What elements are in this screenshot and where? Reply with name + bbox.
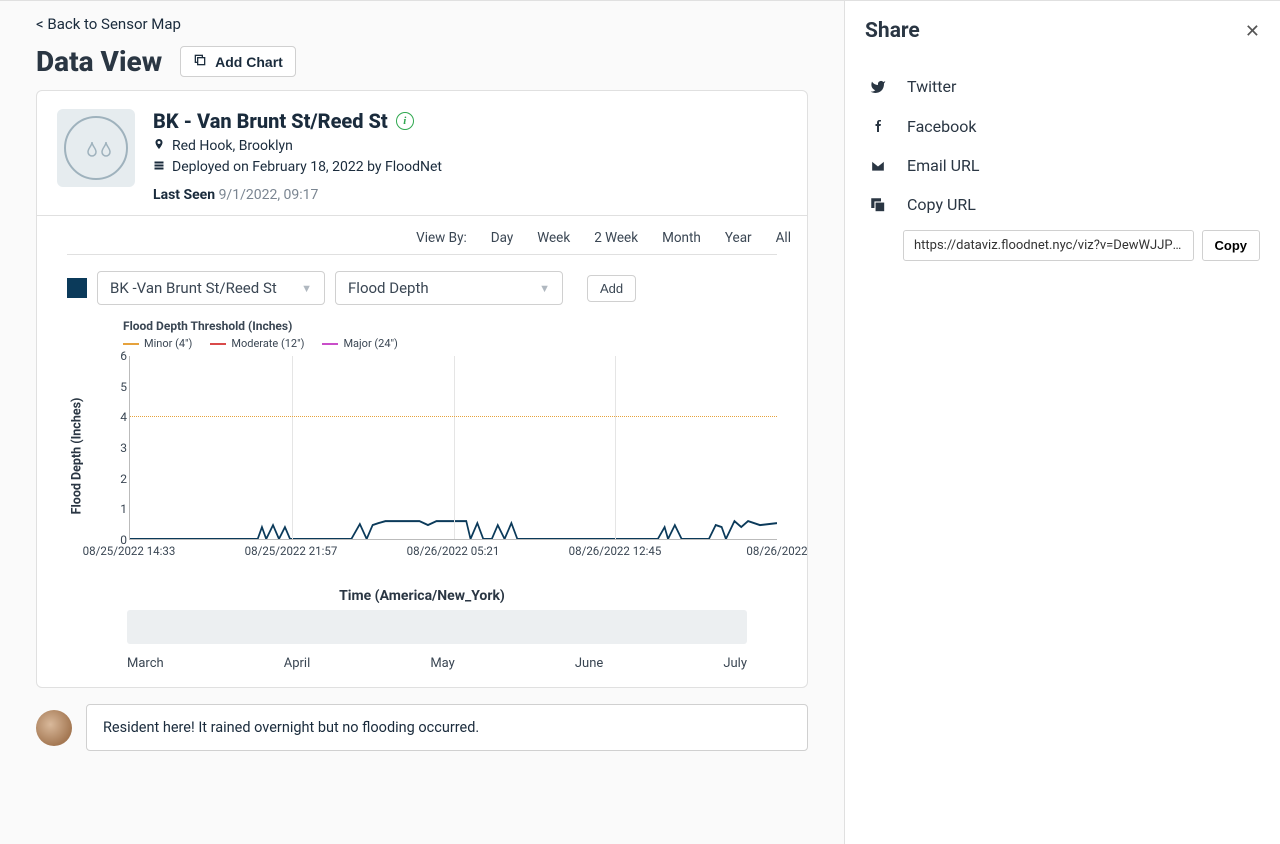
add-series-button[interactable]: Add bbox=[587, 275, 636, 302]
y-tick: 4 bbox=[120, 410, 127, 424]
x-axis-label: Time (America/New_York) bbox=[67, 588, 777, 604]
page-title: Data View bbox=[36, 45, 162, 78]
viewby-week[interactable]: Week bbox=[537, 230, 570, 246]
share-copy-url[interactable]: Copy URL bbox=[865, 185, 1260, 224]
add-chart-button[interactable]: Add Chart bbox=[180, 46, 296, 77]
sensor-title: BK - Van Brunt St/Reed St bbox=[153, 109, 388, 133]
threshold-minor-line bbox=[130, 416, 777, 417]
last-seen-value: 9/1/2022, 09:17 bbox=[219, 187, 319, 203]
legend-major: Major (24") bbox=[343, 337, 397, 350]
sensor-location: Red Hook, Brooklyn bbox=[172, 138, 293, 154]
share-panel: Share ✕ Twitter Facebook Email URL Copy … bbox=[845, 1, 1280, 844]
viewby-month[interactable]: Month bbox=[662, 230, 701, 246]
viewby-day[interactable]: Day bbox=[491, 230, 514, 246]
share-email[interactable]: Email URL bbox=[865, 146, 1260, 185]
viewby-year[interactable]: Year bbox=[725, 230, 752, 246]
month-tick: April bbox=[284, 656, 311, 671]
sensor-select-value: BK -Van Brunt St/Reed St bbox=[110, 279, 277, 297]
viewby-label: View By: bbox=[416, 230, 467, 246]
box-icon bbox=[153, 159, 165, 175]
y-tick: 5 bbox=[120, 380, 127, 394]
pin-icon bbox=[153, 137, 165, 155]
x-tick: 08/26/2022 05:21 bbox=[407, 544, 500, 558]
month-tick: July bbox=[723, 656, 747, 671]
close-icon[interactable]: ✕ bbox=[1245, 21, 1260, 42]
avatar bbox=[36, 710, 72, 746]
last-seen-label: Last Seen bbox=[153, 187, 215, 203]
share-twitter[interactable]: Twitter bbox=[865, 67, 1260, 106]
y-tick: 6 bbox=[120, 349, 127, 363]
month-tick: May bbox=[430, 656, 454, 671]
sensor-logo bbox=[57, 109, 135, 187]
flood-depth-chart[interactable]: Flood Depth (Inches) 0 1 2 3 4 5 6 bbox=[97, 356, 777, 556]
comment-input[interactable]: Resident here! It rained overnight but n… bbox=[86, 704, 808, 751]
y-tick: 3 bbox=[120, 441, 127, 455]
share-twitter-label: Twitter bbox=[907, 77, 956, 96]
series-color-swatch bbox=[67, 278, 87, 298]
add-chart-label: Add Chart bbox=[215, 54, 283, 70]
y-axis-label: Flood Depth (Inches) bbox=[70, 398, 85, 515]
y-tick: 2 bbox=[120, 472, 127, 486]
facebook-icon bbox=[867, 116, 889, 136]
share-title: Share bbox=[865, 19, 920, 43]
legend-title: Flood Depth Threshold (Inches) bbox=[123, 319, 777, 333]
y-tick: 1 bbox=[120, 502, 127, 516]
share-url-input[interactable]: https://dataviz.floodnet.nyc/viz?v=DewWJ… bbox=[903, 230, 1194, 261]
range-months: March April May June July bbox=[127, 656, 747, 671]
legend-minor: Minor (4") bbox=[144, 337, 192, 350]
viewby-2week[interactable]: 2 Week bbox=[594, 230, 638, 246]
copy-icon bbox=[867, 196, 889, 214]
viewby-all[interactable]: All bbox=[776, 230, 791, 246]
sensor-deployed: Deployed on February 18, 2022 by FloodNe… bbox=[172, 159, 442, 175]
metric-select-value: Flood Depth bbox=[348, 279, 429, 297]
x-tick: 08/25/2022 14:33 bbox=[83, 544, 176, 558]
sensor-card: BK - Van Brunt St/Reed St i Red Hook, Br… bbox=[36, 90, 808, 688]
month-tick: June bbox=[575, 656, 603, 671]
share-copy-label: Copy URL bbox=[907, 195, 976, 214]
info-icon[interactable]: i bbox=[396, 112, 414, 130]
share-facebook[interactable]: Facebook bbox=[865, 106, 1260, 146]
x-tick: 08/25/2022 21:57 bbox=[245, 544, 338, 558]
metric-select[interactable]: Flood Depth ▼ bbox=[335, 271, 563, 305]
share-facebook-label: Facebook bbox=[907, 117, 976, 136]
back-link[interactable]: < Back to Sensor Map bbox=[0, 1, 844, 39]
chevron-down-icon: ▼ bbox=[301, 282, 312, 295]
month-tick: March bbox=[127, 656, 164, 671]
range-slider[interactable] bbox=[127, 610, 747, 644]
share-email-label: Email URL bbox=[907, 156, 979, 175]
x-tick: 08/26/2022 bbox=[746, 544, 807, 558]
copy-icon bbox=[193, 53, 207, 70]
x-tick: 08/26/2022 12:45 bbox=[569, 544, 662, 558]
legend: Minor (4") Moderate (12") Major (24") bbox=[123, 337, 777, 350]
legend-moderate: Moderate (12") bbox=[231, 337, 304, 350]
twitter-icon bbox=[867, 79, 889, 95]
email-icon bbox=[867, 159, 889, 173]
sensor-select[interactable]: BK -Van Brunt St/Reed St ▼ bbox=[97, 271, 325, 305]
chevron-down-icon: ▼ bbox=[539, 282, 550, 295]
copy-button[interactable]: Copy bbox=[1202, 230, 1261, 261]
